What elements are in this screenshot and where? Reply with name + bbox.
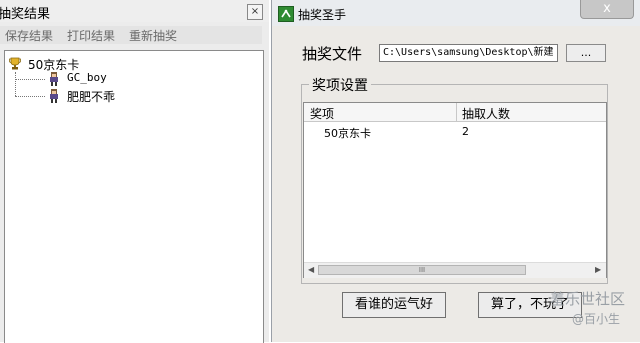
results-menu-bar: 保存结果 打印结果 重新抽奖 [0,26,262,44]
cell-count: 2 [462,125,469,138]
trophy-icon [9,57,21,70]
draw-button[interactable]: 看谁的运气好 [342,292,446,318]
app-icon [278,6,294,22]
person-icon [50,72,58,86]
file-path-field[interactable]: C:\Users\samsung\Desktop\新建 [379,44,558,62]
watermark-author: @百小生 [572,312,621,326]
tree-connector [15,79,45,80]
menu-print-results[interactable]: 打印结果 [67,27,115,44]
tree-node-winner-label: GC_boy [67,71,107,84]
prize-settings-title: 奖项设置 [309,75,371,95]
tree-connector [15,72,16,96]
browse-button[interactable]: ... [566,44,606,62]
scroll-thumb[interactable]: III [318,265,526,275]
results-window: 抽奖结果 × 保存结果 打印结果 重新抽奖 50京东卡 GC_boy 肥肥不乖 [0,0,269,343]
column-header-count[interactable]: 抽取人数 [462,105,510,122]
person-icon [50,89,58,103]
results-window-title: 抽奖结果 [0,7,51,22]
scroll-left-icon[interactable]: ◀ [308,265,314,274]
scroll-right-icon[interactable]: ▶ [595,265,601,274]
close-icon[interactable]: × [247,4,263,20]
tree-connector [15,96,45,97]
lottery-window: 抽奖圣手 x 抽奖文件 C:\Users\samsung\Desktop\新建 … [271,0,640,342]
close-icon[interactable]: x [580,0,634,19]
prize-list-header: 奖项 抽取人数 [304,103,606,122]
menu-redraw[interactable]: 重新抽奖 [129,27,177,44]
cell-prize: 50京东卡 [324,127,371,140]
menu-save-results[interactable]: 保存结果 [5,27,53,44]
results-title-bar: 抽奖结果 × [0,0,269,22]
watermark-text: 羞乐世社区 [550,290,626,308]
horizontal-scrollbar[interactable]: ◀ III ▶ [304,262,606,278]
prize-list[interactable]: 奖项 抽取人数 50京东卡 2 ◀ III ▶ [303,102,607,278]
tree-node-winner-label: 肥肥不乖 [67,90,116,104]
lottery-title-bar: 抽奖圣手 x [272,0,640,26]
lottery-window-title: 抽奖圣手 [298,8,347,22]
column-header-prize[interactable]: 奖项 [310,105,334,122]
results-tree[interactable]: 50京东卡 GC_boy 肥肥不乖 [4,50,264,343]
column-divider[interactable] [456,103,457,121]
file-label: 抽奖文件 [302,45,363,63]
